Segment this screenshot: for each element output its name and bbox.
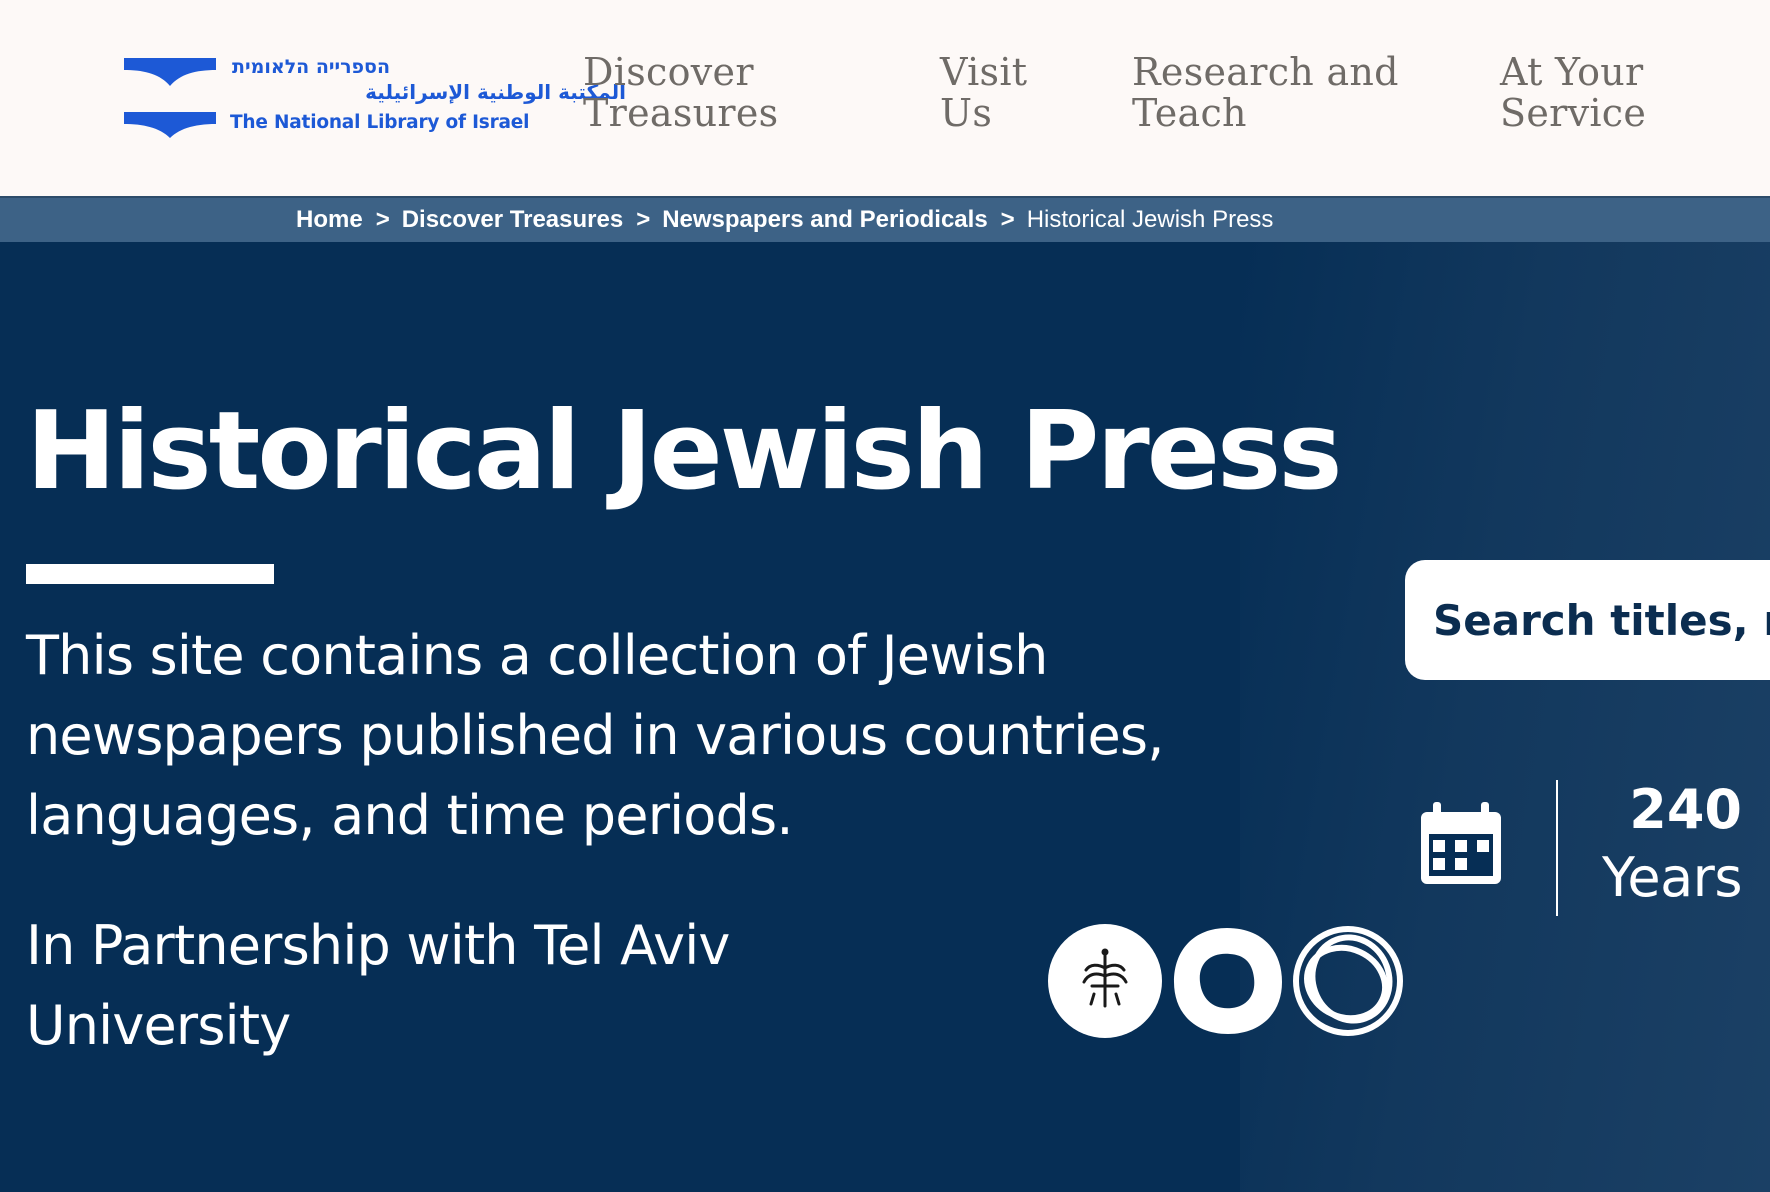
stat-divider	[1556, 780, 1558, 916]
page-title: Historical Jewish Press	[26, 389, 1343, 514]
calendar-icon	[1421, 802, 1501, 884]
search-box	[1405, 560, 1770, 680]
book-logo-icon	[124, 58, 216, 138]
breadcrumb-current: Historical Jewish Press	[1026, 206, 1274, 233]
nav-research-and-teach[interactable]: Research and Teach	[1132, 52, 1399, 134]
site-header: הספרייה הלאומית المكتبة الوطنية الإسرائي…	[0, 0, 1770, 196]
breadcrumb-discover-treasures[interactable]: Discover Treasures	[402, 206, 623, 233]
logo-hebrew-text: הספרייה הלאומית	[232, 56, 390, 78]
hero-section: Historical Jewish Press This site contai…	[0, 242, 1770, 1192]
nav-label-line1: Research and	[1132, 50, 1399, 94]
breadcrumb-separator: >	[1000, 206, 1015, 233]
nav-label-line2: Teach	[1132, 91, 1247, 135]
menorah-icon	[1082, 948, 1128, 1008]
nav-label-line2: Service	[1500, 91, 1647, 135]
nav-label-line1: Discover	[583, 50, 754, 94]
partner-logos	[1048, 924, 1408, 1044]
ring-logo[interactable]	[1170, 924, 1284, 1038]
logo-arabic-text: المكتبة الوطنية الإسرائيلية	[365, 80, 626, 104]
nav-label-line2: Us	[940, 91, 993, 135]
library-logo[interactable]: הספרייה הלאומית المكتبة الوطنية الإسرائي…	[124, 56, 626, 142]
ring-logo-icon	[1174, 928, 1282, 1034]
nav-at-your-service[interactable]: At Your Service	[1500, 52, 1646, 134]
interlocking-rings-logo[interactable]	[1291, 924, 1405, 1038]
nav-label-line1: At Your	[1500, 50, 1644, 94]
breadcrumb-separator: >	[636, 206, 651, 233]
years-count: 240	[1629, 778, 1742, 841]
nav-label-line1: Visit	[940, 50, 1028, 94]
hero-description: This site contains a collection of Jewis…	[26, 624, 1164, 847]
logo-english-text: The National Library of Israel	[230, 112, 530, 133]
search-input[interactable]	[1433, 582, 1770, 658]
breadcrumb-newspapers-and-periodicals[interactable]: Newspapers and Periodicals	[662, 206, 987, 233]
breadcrumb: Home > Discover Treasures > Newspapers and P…	[296, 206, 1273, 234]
tel-aviv-university-logo[interactable]	[1048, 924, 1162, 1038]
rings-logo-icon	[1293, 926, 1403, 1036]
nav-visit-us[interactable]: Visit Us	[940, 52, 1027, 134]
nav-discover-treasures[interactable]: Discover Treasures	[583, 52, 778, 134]
title-underline	[26, 564, 274, 584]
breadcrumb-separator: >	[375, 206, 390, 233]
breadcrumb-home[interactable]: Home	[296, 206, 363, 233]
breadcrumb-bar: Home > Discover Treasures > Newspapers and P…	[0, 196, 1770, 242]
page: הספרייה הלאומית المكتبة الوطنية الإسرائي…	[0, 0, 1770, 1192]
partnership-text: In Partnership with Tel Aviv University	[26, 914, 730, 1057]
nav-label-line2: Treasures	[583, 91, 779, 135]
years-label: Years	[1602, 846, 1742, 909]
